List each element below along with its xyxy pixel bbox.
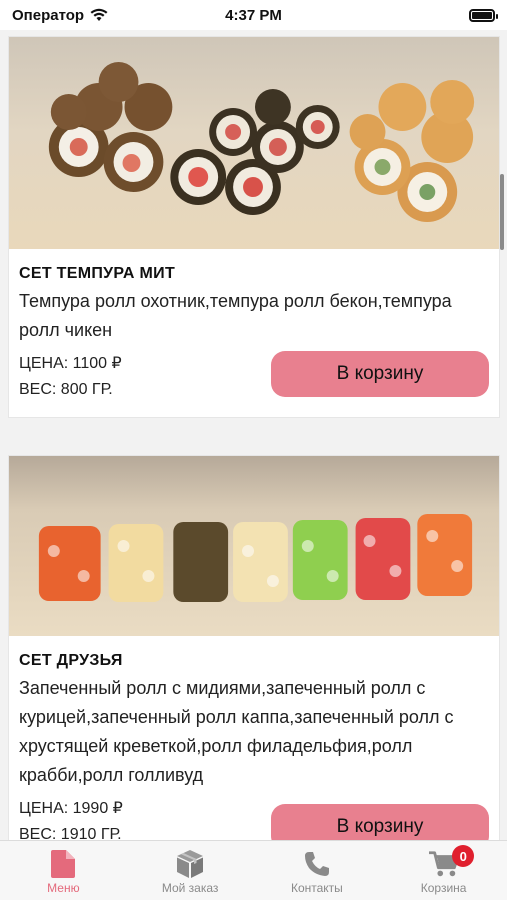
add-to-cart-button[interactable]: В корзину bbox=[271, 804, 489, 840]
menu-list[interactable]: СЕТ ТЕМПУРА МИТ Темпура ролл охотник,тем… bbox=[0, 30, 507, 840]
product-title: СЕТ ДРУЗЬЯ bbox=[19, 652, 123, 669]
product-info: СЕТ ТЕМПУРА МИТ Темпура ролл охотник,тем… bbox=[9, 249, 499, 403]
tab-contacts[interactable]: Контакты bbox=[254, 841, 381, 900]
product-card[interactable]: СЕТ ДРУЗЬЯ Запеченный ролл с мидиями,зап… bbox=[8, 455, 500, 840]
battery-icon bbox=[469, 8, 498, 22]
add-to-cart-button[interactable]: В корзину bbox=[271, 351, 489, 397]
product-description: Темпура ролл охотник,темпура ролл бекон,… bbox=[19, 291, 452, 340]
scrollbar[interactable] bbox=[500, 174, 504, 250]
product-card[interactable]: СЕТ ТЕМПУРА МИТ Темпура ролл охотник,тем… bbox=[8, 36, 500, 418]
tab-bar: Меню Мой заказ Контакты 0 Корзина bbox=[0, 840, 507, 900]
tab-label: Мой заказ bbox=[161, 881, 219, 895]
phone-icon bbox=[302, 849, 332, 879]
tab-cart[interactable]: 0 Корзина bbox=[380, 841, 507, 900]
tab-label: Корзина bbox=[420, 881, 467, 895]
document-icon bbox=[48, 849, 78, 879]
wifi-icon bbox=[90, 8, 108, 21]
carrier-name: Оператор bbox=[12, 6, 85, 24]
product-description: Запеченный ролл с мидиями,запеченный рол… bbox=[19, 678, 454, 785]
status-left: Оператор bbox=[12, 7, 108, 24]
product-title: СЕТ ТЕМПУРА МИТ bbox=[19, 265, 176, 282]
product-image bbox=[9, 456, 499, 636]
product-image bbox=[9, 37, 499, 249]
cart-badge: 0 bbox=[452, 845, 475, 867]
tab-label: Меню bbox=[47, 881, 80, 895]
product-info: СЕТ ДРУЗЬЯ Запеченный ролл с мидиями,зап… bbox=[9, 636, 499, 840]
tab-label: Контакты bbox=[290, 881, 343, 895]
tab-my-order[interactable]: Мой заказ bbox=[127, 841, 254, 900]
box-icon bbox=[175, 849, 205, 879]
status-bar: Оператор 4:37 PM bbox=[0, 0, 507, 30]
tab-menu[interactable]: Меню bbox=[0, 841, 127, 900]
